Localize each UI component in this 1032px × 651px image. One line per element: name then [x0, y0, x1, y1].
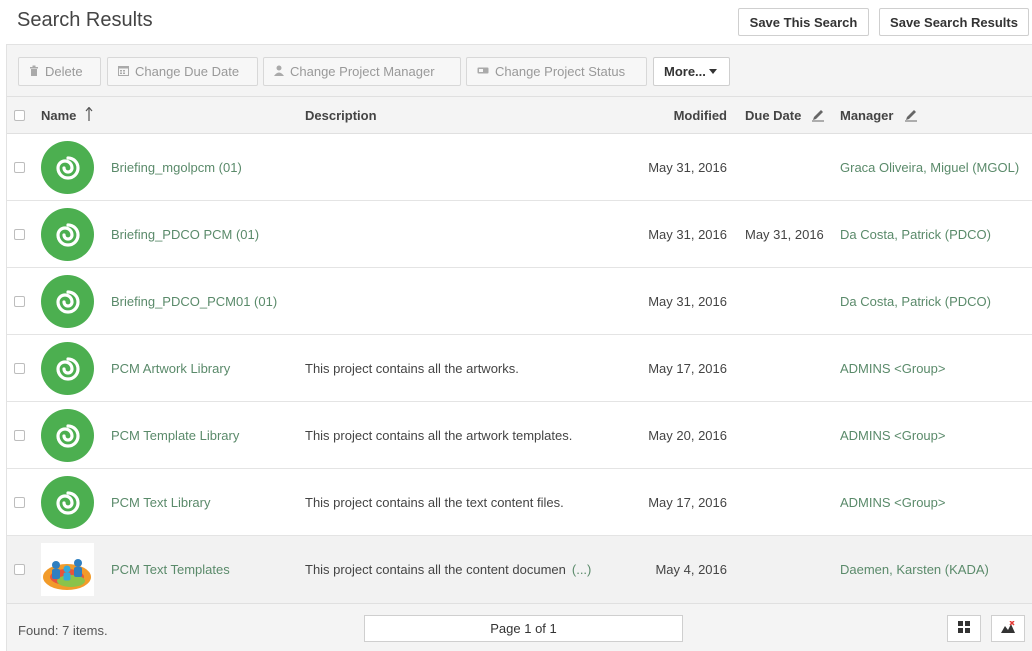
modified-date: May 4, 2016: [655, 562, 727, 577]
grid-view-button[interactable]: [947, 615, 981, 642]
modified-date: May 31, 2016: [648, 160, 727, 175]
column-header-manager[interactable]: Manager: [840, 108, 893, 123]
project-name-link[interactable]: PCM Text Library: [111, 495, 210, 510]
manager-link[interactable]: Daemen, Karsten (KADA): [840, 562, 989, 577]
found-count: Found: 7 items.: [18, 623, 108, 638]
calendar-icon: [118, 65, 129, 79]
select-all-checkbox[interactable]: [14, 110, 25, 121]
grid-icon: [958, 621, 970, 636]
column-header-name[interactable]: Name: [41, 108, 76, 123]
project-description: This project contains all the artwork te…: [305, 428, 573, 443]
project-description: This project contains all the artworks.: [305, 361, 519, 376]
edit-manager-pencil-icon[interactable]: [904, 108, 918, 122]
delete-label: Delete: [45, 64, 83, 79]
save-search-results-button[interactable]: Save Search Results: [879, 8, 1029, 36]
row-checkbox[interactable]: [14, 229, 25, 240]
project-description: This project contains all the text conte…: [305, 495, 564, 510]
sort-ascending-icon[interactable]: [85, 106, 93, 124]
modified-date: May 17, 2016: [648, 495, 727, 510]
project-name-link[interactable]: Briefing_PDCO PCM (01): [111, 227, 259, 242]
results-footer: Found: 7 items. Page 1 of 1: [7, 603, 1032, 651]
actions-toolbar: Delete Change Due Date Change Project Ma…: [7, 45, 1032, 97]
change-project-status-label: Change Project Status: [495, 64, 626, 79]
change-due-date-button[interactable]: Change Due Date: [107, 57, 258, 86]
modified-date: May 20, 2016: [648, 428, 727, 443]
project-name-link[interactable]: Briefing_PDCO_PCM01 (01): [111, 294, 277, 309]
row-checkbox[interactable]: [14, 162, 25, 173]
modified-date: May 31, 2016: [648, 227, 727, 242]
more-dropdown-button[interactable]: More...: [653, 57, 730, 86]
project-name-link[interactable]: PCM Template Library: [111, 428, 239, 443]
row-checkbox[interactable]: [14, 430, 25, 441]
project-swirl-icon[interactable]: [41, 208, 94, 261]
column-header-description[interactable]: Description: [305, 108, 377, 123]
table-row[interactable]: Briefing_PDCO_PCM01 (01) May 31, 2016 Da…: [7, 268, 1032, 335]
project-description: This project contains all the content do…: [305, 562, 592, 577]
thumbnail-view-icon: [1001, 620, 1015, 636]
description-more-link[interactable]: (...): [572, 562, 592, 577]
project-swirl-icon[interactable]: [41, 275, 94, 328]
manager-link[interactable]: Da Costa, Patrick (PDCO): [840, 227, 991, 242]
project-name-link[interactable]: PCM Artwork Library: [111, 361, 230, 376]
column-header-modified[interactable]: Modified: [674, 108, 727, 123]
manager-link[interactable]: ADMINS <Group>: [840, 428, 946, 443]
manager-link[interactable]: ADMINS <Group>: [840, 495, 946, 510]
table-row[interactable]: PCM Artwork Library This project contain…: [7, 335, 1032, 402]
project-name-link[interactable]: PCM Text Templates: [111, 562, 230, 577]
change-due-date-label: Change Due Date: [135, 64, 240, 79]
table-header: Name Description Modified Due Date Manag…: [7, 97, 1032, 134]
table-row[interactable]: Briefing_mgolpcm (01) May 31, 2016 Graca…: [7, 134, 1032, 201]
manager-link[interactable]: ADMINS <Group>: [840, 361, 946, 376]
project-swirl-icon[interactable]: [41, 476, 94, 529]
trash-icon: [29, 65, 39, 79]
manager-link[interactable]: Da Costa, Patrick (PDCO): [840, 294, 991, 309]
people-group-thumbnail-icon[interactable]: [41, 543, 94, 596]
table-body: Briefing_mgolpcm (01) May 31, 2016 Graca…: [7, 134, 1032, 605]
row-checkbox[interactable]: [14, 564, 25, 575]
pagination-control[interactable]: Page 1 of 1: [364, 615, 683, 642]
table-row[interactable]: Briefing_PDCO PCM (01) May 31, 2016 May …: [7, 201, 1032, 268]
results-panel: Delete Change Due Date Change Project Ma…: [6, 44, 1032, 651]
page-title: Search Results: [17, 9, 153, 31]
manager-link[interactable]: Graca Oliveira, Miguel (MGOL): [840, 160, 1019, 175]
project-swirl-icon[interactable]: [41, 141, 94, 194]
save-this-search-button[interactable]: Save This Search: [738, 8, 869, 36]
table-row[interactable]: PCM Template Library This project contai…: [7, 402, 1032, 469]
column-header-due-date[interactable]: Due Date: [745, 108, 801, 123]
modified-date: May 17, 2016: [648, 361, 727, 376]
delete-button[interactable]: Delete: [18, 57, 101, 86]
table-row[interactable]: PCM Text Library This project contains a…: [7, 469, 1032, 536]
project-name-link[interactable]: Briefing_mgolpcm (01): [111, 160, 242, 175]
row-checkbox[interactable]: [14, 497, 25, 508]
status-icon: [477, 66, 489, 78]
due-date: May 31, 2016: [745, 227, 824, 242]
more-label: More...: [664, 64, 706, 79]
change-project-manager-label: Change Project Manager: [290, 64, 435, 79]
change-project-status-button[interactable]: Change Project Status: [466, 57, 647, 86]
modified-date: May 31, 2016: [648, 294, 727, 309]
project-swirl-icon[interactable]: [41, 409, 94, 462]
edit-due-date-pencil-icon[interactable]: [811, 108, 825, 122]
user-icon: [274, 65, 284, 79]
project-swirl-icon[interactable]: [41, 342, 94, 395]
table-row[interactable]: PCM Text Templates This project contains…: [7, 536, 1032, 605]
row-checkbox[interactable]: [14, 363, 25, 374]
thumbnail-view-button[interactable]: [991, 615, 1025, 642]
change-project-manager-button[interactable]: Change Project Manager: [263, 57, 461, 86]
row-checkbox[interactable]: [14, 296, 25, 307]
header-bar: Search Results Save This Search Save Sea…: [0, 0, 1032, 44]
caret-down-icon: [708, 69, 717, 74]
